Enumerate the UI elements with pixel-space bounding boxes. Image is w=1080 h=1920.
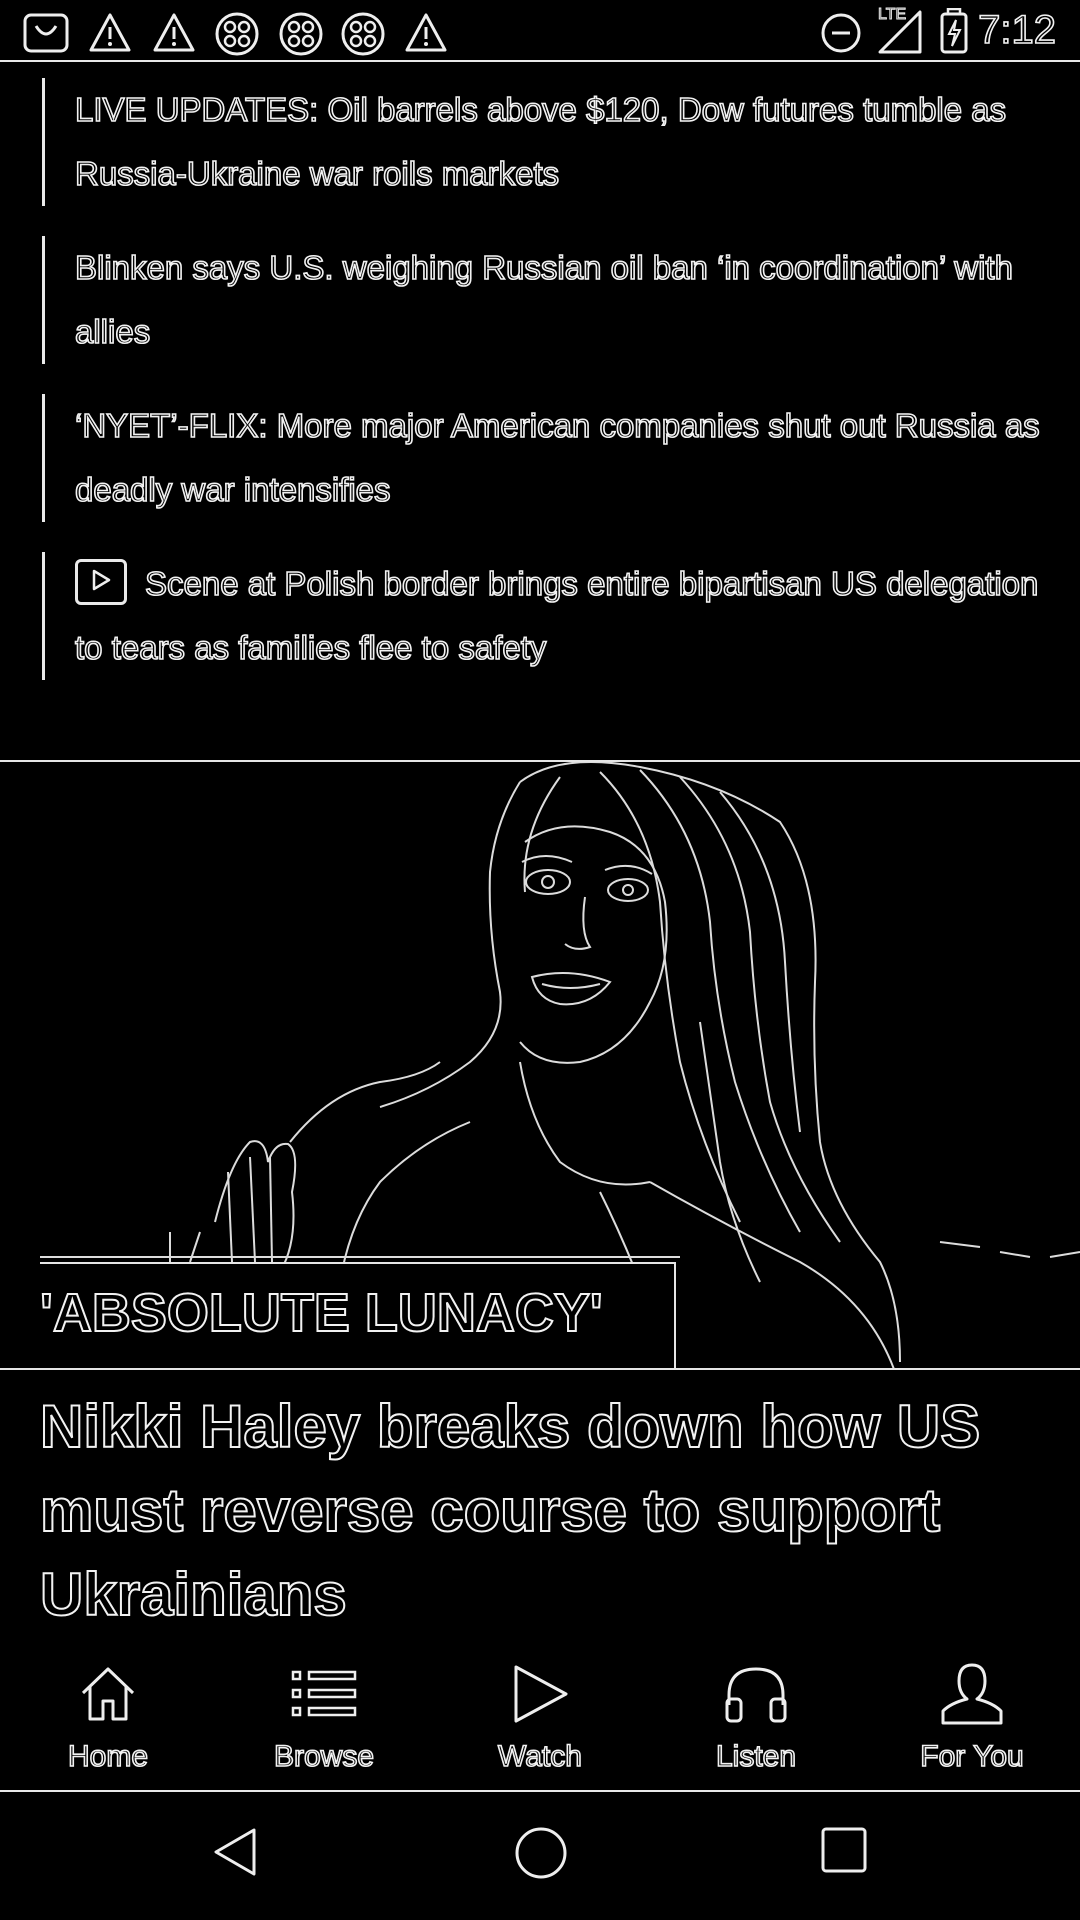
back-icon[interactable] (212, 1826, 258, 1883)
nav-label: For You (919, 1739, 1024, 1774)
headphones-icon (666, 1658, 846, 1730)
home-icon (18, 1658, 198, 1730)
person-icon (882, 1658, 1062, 1730)
video-play-icon (75, 559, 127, 606)
nav-label: Browse (273, 1739, 375, 1774)
warning-icon (88, 12, 132, 59)
nav-listen[interactable]: Listen (666, 1658, 846, 1788)
status-bar: LTE 7:12 (0, 0, 1080, 62)
lte-signal-icon: LTE (876, 6, 922, 59)
nav-label: Home (67, 1739, 149, 1774)
hero-kicker-box: 'ABSOLUTE LUNACY' (39, 1262, 676, 1368)
headline-text: Blinken says U.S. weighing Russian oil b… (74, 248, 1014, 351)
play-icon (450, 1658, 630, 1730)
hero-title[interactable]: Nikki Haley breaks down how US must reve… (39, 1385, 1040, 1637)
nav-label: Watch (497, 1739, 583, 1774)
hero-kicker: 'ABSOLUTE LUNACY' (39, 1282, 604, 1344)
lte-label: LTE (877, 6, 907, 24)
headline-text: Scene at Polish border brings entire bip… (74, 564, 1039, 667)
headline-item[interactable]: LIVE UPDATES: Oil barrels above $120, Do… (42, 78, 1080, 206)
bottom-navigation: Home Browse Watch Listen For You (0, 1650, 1080, 1792)
app-grid-icon (340, 12, 386, 61)
shopping-bag-icon (22, 12, 70, 59)
clock-time: 7:12 (977, 7, 1056, 53)
headline-list: LIVE UPDATES: Oil barrels above $120, Do… (0, 78, 1080, 710)
warning-icon (404, 12, 448, 59)
hero-story[interactable]: 'ABSOLUTE LUNACY' (0, 760, 1080, 1370)
system-navigation-bar (0, 1794, 1080, 1920)
headline-item[interactable]: ‘NYET’-FLIX: More major American compani… (42, 394, 1080, 522)
headline-item[interactable]: Blinken says U.S. weighing Russian oil b… (42, 236, 1080, 364)
nav-home[interactable]: Home (18, 1658, 198, 1788)
recents-icon[interactable] (820, 1826, 868, 1879)
app-grid-icon (214, 12, 260, 61)
home-circle-icon[interactable] (514, 1826, 568, 1885)
app-grid-icon (278, 12, 324, 61)
nav-browse[interactable]: Browse (234, 1658, 414, 1788)
warning-icon (152, 12, 196, 59)
nav-watch[interactable]: Watch (450, 1658, 630, 1788)
do-not-disturb-icon (820, 12, 862, 59)
battery-charging-icon (940, 7, 968, 59)
headline-item-video[interactable]: Scene at Polish border brings entire bip… (42, 552, 1080, 680)
nav-label: Listen (715, 1739, 797, 1774)
nav-for-you[interactable]: For You (882, 1658, 1062, 1788)
list-icon (234, 1658, 414, 1730)
headline-text: ‘NYET’-FLIX: More major American compani… (74, 406, 1040, 509)
headline-text: LIVE UPDATES: Oil barrels above $120, Do… (74, 90, 1007, 193)
